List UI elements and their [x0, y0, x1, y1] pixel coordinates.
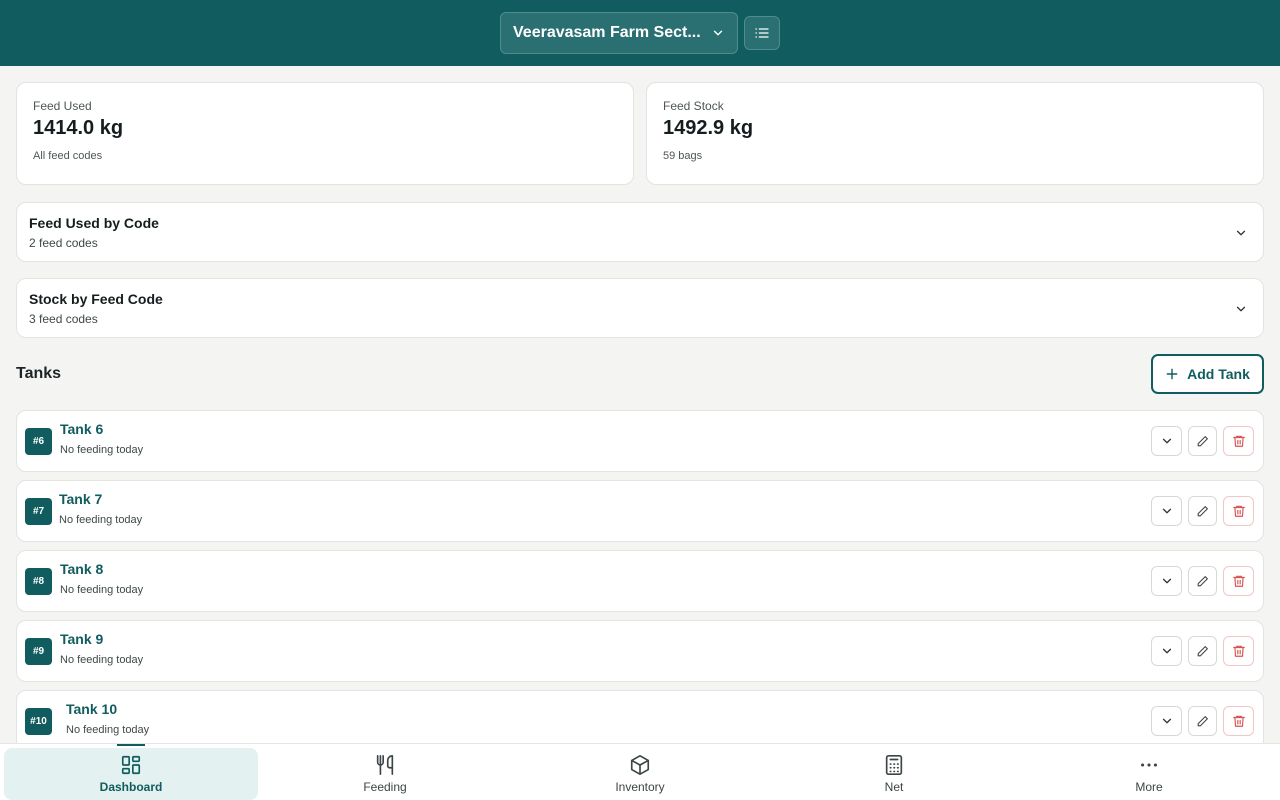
trash-icon — [1232, 715, 1245, 727]
calculator-icon — [885, 755, 903, 775]
feed-used-by-code-title: Feed Used by Code — [29, 215, 159, 231]
pencil-icon — [1197, 645, 1208, 656]
tank-name[interactable]: Tank 6 — [60, 421, 143, 437]
edit-button[interactable] — [1188, 566, 1217, 596]
chevron-down-icon — [1162, 508, 1171, 514]
feed-used-by-code-sub: 2 feed codes — [29, 236, 98, 250]
stock-by-feed-code-title: Stock by Feed Code — [29, 291, 163, 307]
tank-name[interactable]: Tank 9 — [60, 631, 143, 647]
tank-status: No feeding today — [60, 444, 144, 456]
expand-button[interactable] — [1151, 566, 1182, 596]
add-tank-label: Add Tank — [1187, 366, 1250, 382]
nav-net[interactable]: Net — [767, 748, 1021, 800]
expand-button[interactable] — [1151, 426, 1182, 456]
delete-button[interactable] — [1223, 426, 1254, 456]
edit-button[interactable] — [1188, 496, 1217, 526]
tanks-title: Tanks — [16, 365, 62, 382]
tank-badge: #10 — [25, 708, 52, 735]
tank-name[interactable]: Tank 10 — [66, 701, 149, 717]
feed-stock-sub: 59 bags — [663, 150, 703, 162]
trash-icon — [1232, 505, 1245, 517]
expand-button[interactable] — [1151, 496, 1182, 526]
tank-status: No feeding today — [60, 584, 144, 596]
nav-more-label: More — [1135, 780, 1163, 794]
pencil-icon — [1197, 505, 1208, 516]
nav-inventory-label: Inventory — [615, 780, 665, 794]
tank-badge: #9 — [25, 638, 52, 665]
tank-status: No feeding today — [59, 514, 143, 526]
plus-icon — [1166, 368, 1178, 380]
tank-row: #7 Tank 7 No feeding today — [16, 480, 1264, 542]
nav-inventory[interactable]: Inventory — [513, 748, 767, 800]
delete-button[interactable] — [1223, 636, 1254, 666]
dashboard-icon — [121, 755, 141, 775]
chevron-down-icon — [1162, 578, 1171, 584]
list-icon — [755, 28, 769, 38]
delete-button[interactable] — [1223, 706, 1254, 736]
box-icon — [630, 755, 650, 775]
chevron-down-icon — [1236, 230, 1246, 236]
tank-name[interactable]: Tank 8 — [60, 561, 143, 577]
nav-dashboard[interactable]: Dashboard — [4, 744, 258, 800]
utensils-icon — [376, 755, 394, 775]
tank-row: #9 Tank 9 No feeding today — [16, 620, 1264, 682]
trash-icon — [1232, 435, 1245, 447]
farm-selector[interactable]: Veeravasam Farm Sect... — [500, 12, 738, 54]
tank-row: #6 Tank 6 No feeding today — [16, 410, 1264, 472]
chevron-down-icon — [1162, 648, 1171, 654]
chevron-down-icon — [1162, 438, 1171, 444]
edit-button[interactable] — [1188, 706, 1217, 736]
tank-name[interactable]: Tank 7 — [59, 491, 142, 507]
tank-badge: #6 — [25, 428, 52, 455]
edit-button[interactable] — [1188, 426, 1217, 456]
more-icon — [1141, 763, 1157, 767]
pencil-icon — [1197, 715, 1208, 726]
nav-dashboard-label: Dashboard — [99, 780, 163, 794]
nav-feeding[interactable]: Feeding — [258, 748, 512, 800]
top-bar: Veeravasam Farm Sect... — [0, 0, 1280, 66]
pencil-icon — [1197, 435, 1208, 446]
stock-by-feed-code-panel[interactable]: Stock by Feed Code 3 feed codes — [16, 278, 1264, 338]
nav-feeding-label: Feeding — [363, 780, 407, 794]
edit-button[interactable] — [1188, 636, 1217, 666]
chevron-down-icon — [713, 30, 723, 36]
feed-used-value: 1414.0 kg — [33, 117, 124, 139]
nav-more[interactable]: More — [1022, 748, 1276, 800]
feed-used-card: Feed Used 1414.0 kg All feed codes — [16, 82, 634, 185]
feed-used-by-code-panel[interactable]: Feed Used by Code 2 feed codes — [16, 202, 1264, 262]
feed-used-sub: All feed codes — [33, 150, 103, 162]
chevron-down-icon — [1236, 306, 1246, 312]
tank-badge: #7 — [25, 498, 52, 525]
stock-by-feed-code-sub: 3 feed codes — [29, 312, 98, 326]
active-indicator — [117, 744, 145, 746]
farm-name: Veeravasam Farm Sect... — [513, 24, 701, 41]
farm-list-button[interactable] — [744, 16, 780, 50]
tank-row: #8 Tank 8 No feeding today — [16, 550, 1264, 612]
expand-button[interactable] — [1151, 636, 1182, 666]
expand-button[interactable] — [1151, 706, 1182, 736]
trash-icon — [1232, 575, 1245, 587]
add-tank-button[interactable]: Add Tank — [1151, 354, 1264, 394]
trash-icon — [1232, 645, 1245, 657]
feed-stock-card: Feed Stock 1492.9 kg 59 bags — [646, 82, 1264, 185]
tank-badge: #8 — [25, 568, 52, 595]
delete-button[interactable] — [1223, 566, 1254, 596]
bottom-nav: Dashboard Feeding Inventory Net More — [0, 743, 1280, 800]
tank-status: No feeding today — [66, 724, 150, 736]
pencil-icon — [1197, 575, 1208, 586]
feed-used-label: Feed Used — [33, 99, 92, 113]
feed-stock-value: 1492.9 kg — [663, 117, 754, 139]
feed-stock-label: Feed Stock — [663, 99, 724, 113]
delete-button[interactable] — [1223, 496, 1254, 526]
tank-status: No feeding today — [60, 654, 144, 666]
chevron-down-icon — [1162, 718, 1171, 724]
nav-net-label: Net — [884, 780, 904, 794]
